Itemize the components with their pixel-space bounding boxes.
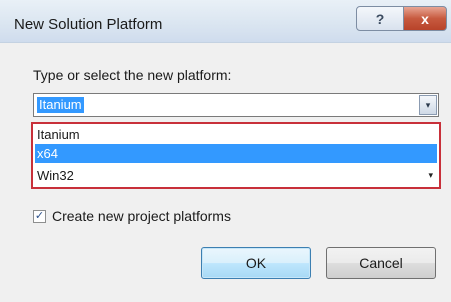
chevron-down-icon: ▾ [425, 99, 431, 110]
platform-dropdown-list[interactable]: Itanium x64 Win32 ▾ [31, 122, 441, 189]
option-itanium[interactable]: Itanium [35, 125, 437, 144]
help-button[interactable]: ? [356, 6, 404, 31]
platform-combobox-value[interactable]: Itanium [37, 97, 84, 113]
checkmark-icon: ✓ [34, 209, 45, 222]
help-icon: ? [375, 10, 385, 27]
window-title: New Solution Platform [14, 16, 163, 33]
combobox-dropdown-button[interactable]: ▾ [419, 95, 437, 115]
platform-prompt-label: Type or select the new platform: [33, 67, 232, 83]
close-icon: x [421, 10, 429, 27]
option-win32[interactable]: Win32 ▾ [35, 166, 437, 185]
create-project-platforms-row[interactable]: ✓ Create new project platforms [33, 206, 231, 226]
create-project-platforms-checkbox[interactable]: ✓ [33, 209, 46, 223]
platform-combobox[interactable]: Itanium ▾ [33, 93, 439, 117]
ok-button[interactable]: OK [201, 247, 311, 279]
option-x64[interactable]: x64 [35, 144, 437, 163]
cancel-button[interactable]: Cancel [326, 247, 436, 279]
create-project-platforms-label[interactable]: Create new project platforms [52, 208, 231, 224]
option-win32-label: Win32 [37, 168, 74, 183]
title-bar: New Solution Platform ? x [0, 0, 451, 43]
close-button[interactable]: x [403, 6, 447, 31]
chevron-down-icon: ▾ [428, 170, 433, 180]
new-solution-platform-dialog: New Solution Platform ? x Type or select… [0, 0, 451, 302]
